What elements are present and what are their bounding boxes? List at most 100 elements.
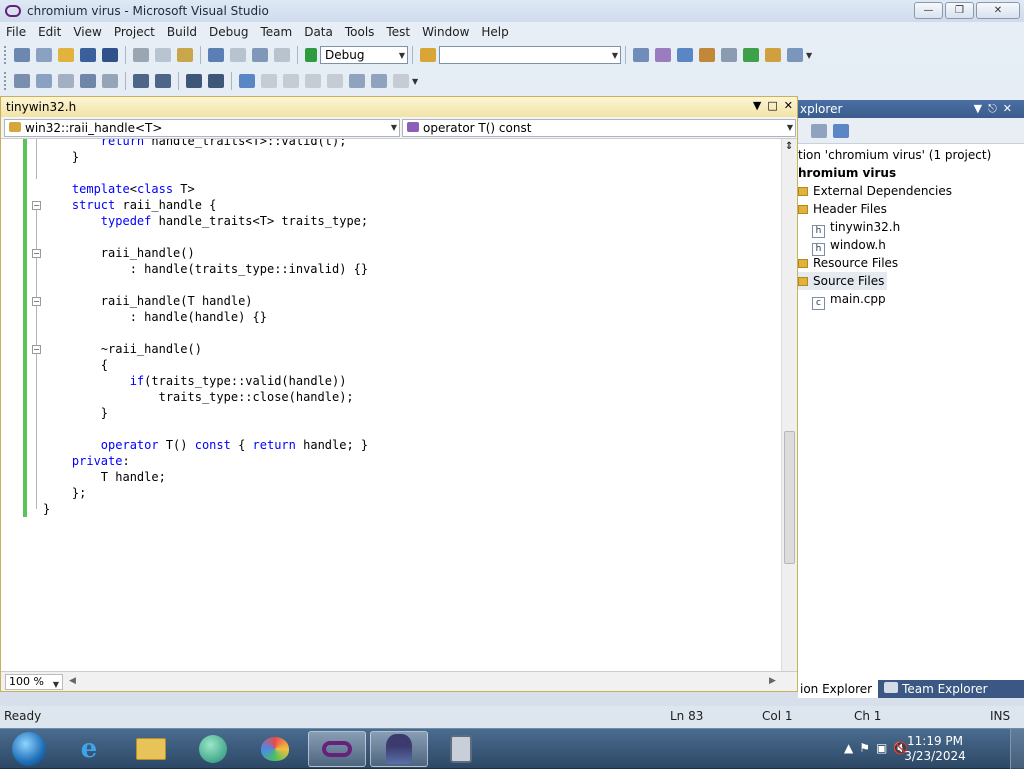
properties-icon[interactable] — [811, 124, 827, 138]
type-dropdown[interactable]: win32::raii_handle<T> ▼ — [4, 118, 400, 137]
window-position-icon[interactable]: ▼ — [753, 99, 761, 112]
menu-edit[interactable]: Edit — [32, 25, 67, 39]
clear-bookmarks-icon[interactable] — [393, 74, 409, 88]
menu-help[interactable]: Help — [475, 25, 514, 39]
start-page-icon[interactable] — [743, 48, 759, 62]
tree-item[interactable]: External Dependencies — [798, 182, 952, 200]
scrollbar-thumb[interactable] — [784, 431, 795, 564]
decrease-indent-icon[interactable] — [133, 74, 149, 88]
action-center-flag-icon[interactable]: ⚑ — [859, 741, 876, 755]
previous-bookmark-in-document-icon[interactable] — [349, 74, 365, 88]
next-bookmark-icon[interactable] — [283, 74, 299, 88]
taskbar-calculator[interactable] — [432, 731, 490, 767]
solution-configuration-select[interactable]: Debug ▼ — [320, 46, 408, 64]
pin-icon[interactable]: ⎋ — [988, 102, 1003, 115]
uncomment-lines-icon[interactable] — [208, 74, 224, 88]
scroll-left-icon[interactable]: ◀ — [69, 676, 76, 686]
toolbar-grip[interactable] — [4, 46, 8, 64]
scroll-right-icon[interactable]: ▶ — [769, 676, 776, 686]
bookmark-icon[interactable] — [239, 74, 255, 88]
editor-tab[interactable]: tinywin32.h ▼ □ ✕ — [1, 97, 797, 117]
navigate-backward-icon[interactable] — [252, 48, 268, 62]
menu-view[interactable]: View — [67, 25, 107, 39]
window-position-icon[interactable]: ▼ — [974, 102, 988, 115]
menu-data[interactable]: Data — [298, 25, 339, 39]
menu-build[interactable]: Build — [161, 25, 203, 39]
display-object-member-list-icon[interactable] — [14, 74, 30, 88]
previous-bookmark-icon[interactable] — [261, 74, 277, 88]
show-desktop-button[interactable] — [1010, 729, 1024, 769]
command-window-icon[interactable] — [787, 48, 803, 62]
collapse-region-icon[interactable]: − — [32, 345, 41, 354]
toolbox-icon[interactable] — [699, 48, 715, 62]
start-debugging-icon[interactable] — [305, 48, 317, 62]
collapse-region-icon[interactable]: − — [32, 249, 41, 258]
add-item-icon[interactable] — [36, 48, 52, 62]
taskbar-spy-app[interactable] — [370, 731, 428, 767]
close-button[interactable]: ✕ — [976, 2, 1020, 19]
close-tab-icon[interactable]: ✕ — [784, 99, 793, 112]
properties-icon[interactable] — [655, 48, 671, 62]
collapse-region-icon[interactable]: − — [32, 297, 41, 306]
cut-icon[interactable] — [133, 48, 149, 62]
increase-indent-icon[interactable] — [155, 74, 171, 88]
split-handle-icon[interactable]: ⇕ — [785, 141, 793, 152]
tree-item[interactable]: Header Files — [798, 200, 887, 218]
toolbar-grip[interactable] — [4, 72, 8, 90]
open-file-icon[interactable] — [58, 48, 74, 62]
maximize-button[interactable]: ❐ — [945, 2, 974, 19]
menu-file[interactable]: File — [0, 25, 32, 39]
menu-team[interactable]: Team — [254, 25, 298, 39]
taskbar-visual-studio[interactable] — [308, 731, 366, 767]
comment-lines-icon[interactable] — [186, 74, 202, 88]
close-panel-icon[interactable]: ✕ — [1003, 102, 1018, 115]
taskbar-file-explorer[interactable] — [122, 731, 180, 767]
tab-team-explorer[interactable]: Team Explorer — [878, 682, 988, 696]
tools-icon[interactable] — [721, 48, 737, 62]
tree-item[interactable]: h window.h — [812, 236, 886, 256]
save-all-icon[interactable] — [102, 48, 118, 62]
menu-test[interactable]: Test — [380, 25, 416, 39]
copy-icon[interactable] — [155, 48, 171, 62]
project-node[interactable]: hromium virus — [798, 164, 896, 182]
menu-debug[interactable]: Debug — [203, 25, 254, 39]
taskbar-clock[interactable]: 11:19 PM 3/23/2024 — [900, 734, 970, 764]
find-combo[interactable]: ▼ — [439, 46, 621, 64]
tree-item-selected[interactable]: Source Files — [798, 272, 888, 290]
zoom-select[interactable]: 100 % ▼ — [5, 674, 63, 690]
class-view-icon[interactable] — [833, 124, 849, 138]
minimize-button[interactable]: — — [914, 2, 943, 19]
collapse-region-icon[interactable]: − — [32, 201, 41, 210]
network-icon[interactable]: ▣ — [876, 741, 893, 755]
complete-word-icon[interactable] — [80, 74, 96, 88]
tree-item[interactable]: h tinywin32.h — [812, 218, 900, 238]
paste-icon[interactable] — [177, 48, 193, 62]
tree-item[interactable]: c main.cpp — [812, 290, 886, 310]
tree-item[interactable]: Resource Files — [798, 254, 898, 272]
show-hidden-icons-icon[interactable]: ▲ — [844, 741, 859, 755]
start-button[interactable] — [0, 731, 58, 767]
code-area[interactable]: − − − − return handle_traits<T>::valid(t… — [1, 139, 781, 671]
navigate-forward-icon[interactable] — [274, 48, 290, 62]
next-bookmark-in-document-icon[interactable] — [371, 74, 387, 88]
maximize-icon[interactable]: □ — [767, 99, 777, 112]
find-in-files-icon[interactable] — [420, 48, 436, 62]
tab-solution-explorer[interactable]: ion Explorer — [798, 680, 879, 698]
next-bookmark-in-folder-icon[interactable] — [327, 74, 343, 88]
taskbar-paint[interactable] — [246, 731, 304, 767]
undo-icon[interactable] — [208, 48, 224, 62]
toggle-bookmark-icon[interactable] — [102, 74, 118, 88]
extension-manager-icon[interactable] — [765, 48, 781, 62]
menu-tools[interactable]: Tools — [339, 25, 381, 39]
toolbar-options-icon[interactable]: ▼ — [412, 77, 418, 86]
parameter-info-icon[interactable] — [36, 74, 52, 88]
redo-icon[interactable] — [230, 48, 246, 62]
member-dropdown[interactable]: operator T() const ▼ — [402, 118, 796, 137]
previous-bookmark-in-folder-icon[interactable] — [305, 74, 321, 88]
taskbar-media-app[interactable] — [184, 731, 242, 767]
solution-explorer-icon[interactable] — [633, 48, 649, 62]
menu-project[interactable]: Project — [108, 25, 161, 39]
vertical-scrollbar[interactable]: ⇕ — [781, 139, 797, 671]
quick-info-icon[interactable] — [58, 74, 74, 88]
save-icon[interactable] — [80, 48, 96, 62]
